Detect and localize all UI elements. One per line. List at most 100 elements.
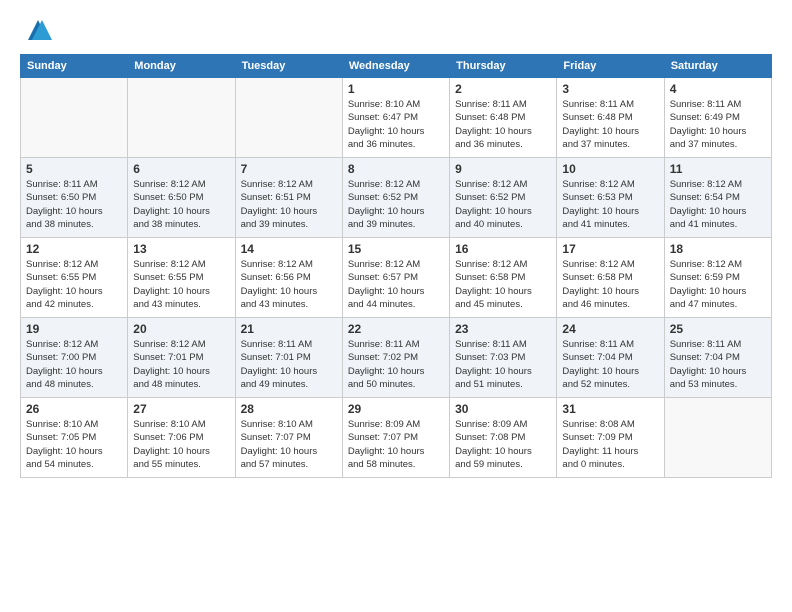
day-info: Sunrise: 8:12 AM Sunset: 6:58 PM Dayligh… [455, 258, 551, 311]
calendar-cell: 24Sunrise: 8:11 AM Sunset: 7:04 PM Dayli… [557, 318, 664, 398]
logo [20, 16, 52, 44]
day-info: Sunrise: 8:10 AM Sunset: 7:05 PM Dayligh… [26, 418, 122, 471]
calendar-cell: 23 Sunrise: 8:11 AM Sunset: 7:03 PM Dayli… [450, 318, 557, 398]
calendar-week-row: 12 Sunrise: 8:12 AM Sunset: 6:55 PM Dayli… [21, 238, 772, 318]
day-number: 3 [562, 82, 658, 96]
day-number: 15 [348, 242, 444, 256]
weekday-header-monday: Monday [128, 55, 235, 78]
calendar-cell: 20 Sunrise: 8:12 AM Sunset: 7:01 PM Dayli… [128, 318, 235, 398]
day-info: Sunrise: 8:12 AM Sunset: 6:56 PM Dayligh… [241, 258, 337, 311]
day-number: 11 [670, 162, 766, 176]
weekday-header-sunday: Sunday [21, 55, 128, 78]
calendar-cell: 13Sunrise: 8:12 AM Sunset: 6:55 PM Dayli… [128, 238, 235, 318]
day-number: 25 [670, 322, 766, 336]
weekday-header-wednesday: Wednesday [342, 55, 449, 78]
calendar-cell: 5 Sunrise: 8:11 AM Sunset: 6:50 PM Daylig… [21, 158, 128, 238]
day-info: Sunrise: 8:12 AM Sunset: 6:54 PM Dayligh… [670, 178, 766, 231]
calendar-cell: 26 Sunrise: 8:10 AM Sunset: 7:05 PM Dayli… [21, 398, 128, 478]
day-number: 10 [562, 162, 658, 176]
day-info: Sunrise: 8:12 AM Sunset: 7:01 PM Dayligh… [133, 338, 229, 391]
day-info: Sunrise: 8:11 AM Sunset: 6:50 PM Dayligh… [26, 178, 122, 231]
day-number: 19 [26, 322, 122, 336]
calendar-cell: 12 Sunrise: 8:12 AM Sunset: 6:55 PM Dayli… [21, 238, 128, 318]
day-info: Sunrise: 8:12 AM Sunset: 6:55 PM Dayligh… [26, 258, 122, 311]
day-number: 23 [455, 322, 551, 336]
day-number: 16 [455, 242, 551, 256]
calendar-cell: 19 Sunrise: 8:12 AM Sunset: 7:00 PM Dayli… [21, 318, 128, 398]
day-number: 30 [455, 402, 551, 416]
calendar-cell: 29 Sunrise: 8:09 AM Sunset: 7:07 PM Dayli… [342, 398, 449, 478]
calendar-cell: 31 Sunrise: 8:08 AM Sunset: 7:09 PM Dayli… [557, 398, 664, 478]
calendar-cell: 15 Sunrise: 8:12 AM Sunset: 6:57 PM Dayli… [342, 238, 449, 318]
day-info: Sunrise: 8:10 AM Sunset: 7:06 PM Dayligh… [133, 418, 229, 471]
calendar-cell: 7Sunrise: 8:12 AM Sunset: 6:51 PM Daylig… [235, 158, 342, 238]
weekday-header-friday: Friday [557, 55, 664, 78]
calendar-cell: 27 Sunrise: 8:10 AM Sunset: 7:06 PM Dayli… [128, 398, 235, 478]
page: SundayMondayTuesdayWednesdayThursdayFrid… [0, 0, 792, 612]
day-number: 1 [348, 82, 444, 96]
day-number: 6 [133, 162, 229, 176]
calendar-cell: 3 Sunrise: 8:11 AM Sunset: 6:48 PM Daylig… [557, 78, 664, 158]
calendar-cell: 16 Sunrise: 8:12 AM Sunset: 6:58 PM Dayli… [450, 238, 557, 318]
day-info: Sunrise: 8:11 AM Sunset: 7:02 PM Dayligh… [348, 338, 444, 391]
calendar-cell: 6 Sunrise: 8:12 AM Sunset: 6:50 PM Daylig… [128, 158, 235, 238]
day-info: Sunrise: 8:12 AM Sunset: 6:50 PM Dayligh… [133, 178, 229, 231]
day-info: Sunrise: 8:12 AM Sunset: 6:59 PM Dayligh… [670, 258, 766, 311]
calendar-cell: 10 Sunrise: 8:12 AM Sunset: 6:53 PM Dayli… [557, 158, 664, 238]
calendar-week-row: 5 Sunrise: 8:11 AM Sunset: 6:50 PM Daylig… [21, 158, 772, 238]
day-number: 5 [26, 162, 122, 176]
day-number: 28 [241, 402, 337, 416]
weekday-header-saturday: Saturday [664, 55, 771, 78]
day-info: Sunrise: 8:12 AM Sunset: 6:53 PM Dayligh… [562, 178, 658, 231]
calendar-cell: 4 Sunrise: 8:11 AM Sunset: 6:49 PM Daylig… [664, 78, 771, 158]
calendar-cell: 30 Sunrise: 8:09 AM Sunset: 7:08 PM Dayli… [450, 398, 557, 478]
day-number: 18 [670, 242, 766, 256]
day-info: Sunrise: 8:08 AM Sunset: 7:09 PM Dayligh… [562, 418, 658, 471]
calendar-week-row: 1Sunrise: 8:10 AM Sunset: 6:47 PM Daylig… [21, 78, 772, 158]
weekday-header-tuesday: Tuesday [235, 55, 342, 78]
calendar-cell [235, 78, 342, 158]
day-number: 8 [348, 162, 444, 176]
day-number: 20 [133, 322, 229, 336]
calendar-cell: 2Sunrise: 8:11 AM Sunset: 6:48 PM Daylig… [450, 78, 557, 158]
day-info: Sunrise: 8:12 AM Sunset: 6:57 PM Dayligh… [348, 258, 444, 311]
calendar-cell: 11 Sunrise: 8:12 AM Sunset: 6:54 PM Dayli… [664, 158, 771, 238]
day-number: 12 [26, 242, 122, 256]
calendar-cell: 8Sunrise: 8:12 AM Sunset: 6:52 PM Daylig… [342, 158, 449, 238]
calendar-week-row: 19 Sunrise: 8:12 AM Sunset: 7:00 PM Dayli… [21, 318, 772, 398]
calendar-table: SundayMondayTuesdayWednesdayThursdayFrid… [20, 54, 772, 478]
calendar-cell [128, 78, 235, 158]
day-number: 4 [670, 82, 766, 96]
calendar-cell: 18 Sunrise: 8:12 AM Sunset: 6:59 PM Dayli… [664, 238, 771, 318]
day-number: 17 [562, 242, 658, 256]
day-info: Sunrise: 8:12 AM Sunset: 6:51 PM Dayligh… [241, 178, 337, 231]
calendar-header-row: SundayMondayTuesdayWednesdayThursdayFrid… [21, 55, 772, 78]
calendar-cell [21, 78, 128, 158]
day-number: 13 [133, 242, 229, 256]
day-info: Sunrise: 8:11 AM Sunset: 6:48 PM Dayligh… [562, 98, 658, 151]
calendar-cell: 28 Sunrise: 8:10 AM Sunset: 7:07 PM Dayli… [235, 398, 342, 478]
day-info: Sunrise: 8:12 AM Sunset: 6:52 PM Dayligh… [455, 178, 551, 231]
day-info: Sunrise: 8:12 AM Sunset: 6:58 PM Dayligh… [562, 258, 658, 311]
calendar-week-row: 26 Sunrise: 8:10 AM Sunset: 7:05 PM Dayli… [21, 398, 772, 478]
weekday-header-thursday: Thursday [450, 55, 557, 78]
day-number: 27 [133, 402, 229, 416]
day-info: Sunrise: 8:09 AM Sunset: 7:08 PM Dayligh… [455, 418, 551, 471]
day-number: 31 [562, 402, 658, 416]
day-number: 26 [26, 402, 122, 416]
day-number: 29 [348, 402, 444, 416]
calendar-cell: 9Sunrise: 8:12 AM Sunset: 6:52 PM Daylig… [450, 158, 557, 238]
calendar-cell: 17 Sunrise: 8:12 AM Sunset: 6:58 PM Dayli… [557, 238, 664, 318]
day-info: Sunrise: 8:11 AM Sunset: 7:04 PM Dayligh… [670, 338, 766, 391]
day-info: Sunrise: 8:11 AM Sunset: 6:49 PM Dayligh… [670, 98, 766, 151]
day-info: Sunrise: 8:09 AM Sunset: 7:07 PM Dayligh… [348, 418, 444, 471]
day-info: Sunrise: 8:11 AM Sunset: 6:48 PM Dayligh… [455, 98, 551, 151]
logo-icon [24, 16, 52, 44]
day-info: Sunrise: 8:12 AM Sunset: 7:00 PM Dayligh… [26, 338, 122, 391]
calendar-cell: 21Sunrise: 8:11 AM Sunset: 7:01 PM Dayli… [235, 318, 342, 398]
day-info: Sunrise: 8:10 AM Sunset: 7:07 PM Dayligh… [241, 418, 337, 471]
day-info: Sunrise: 8:11 AM Sunset: 7:01 PM Dayligh… [241, 338, 337, 391]
header [20, 16, 772, 44]
calendar-cell: 22Sunrise: 8:11 AM Sunset: 7:02 PM Dayli… [342, 318, 449, 398]
day-info: Sunrise: 8:11 AM Sunset: 7:03 PM Dayligh… [455, 338, 551, 391]
